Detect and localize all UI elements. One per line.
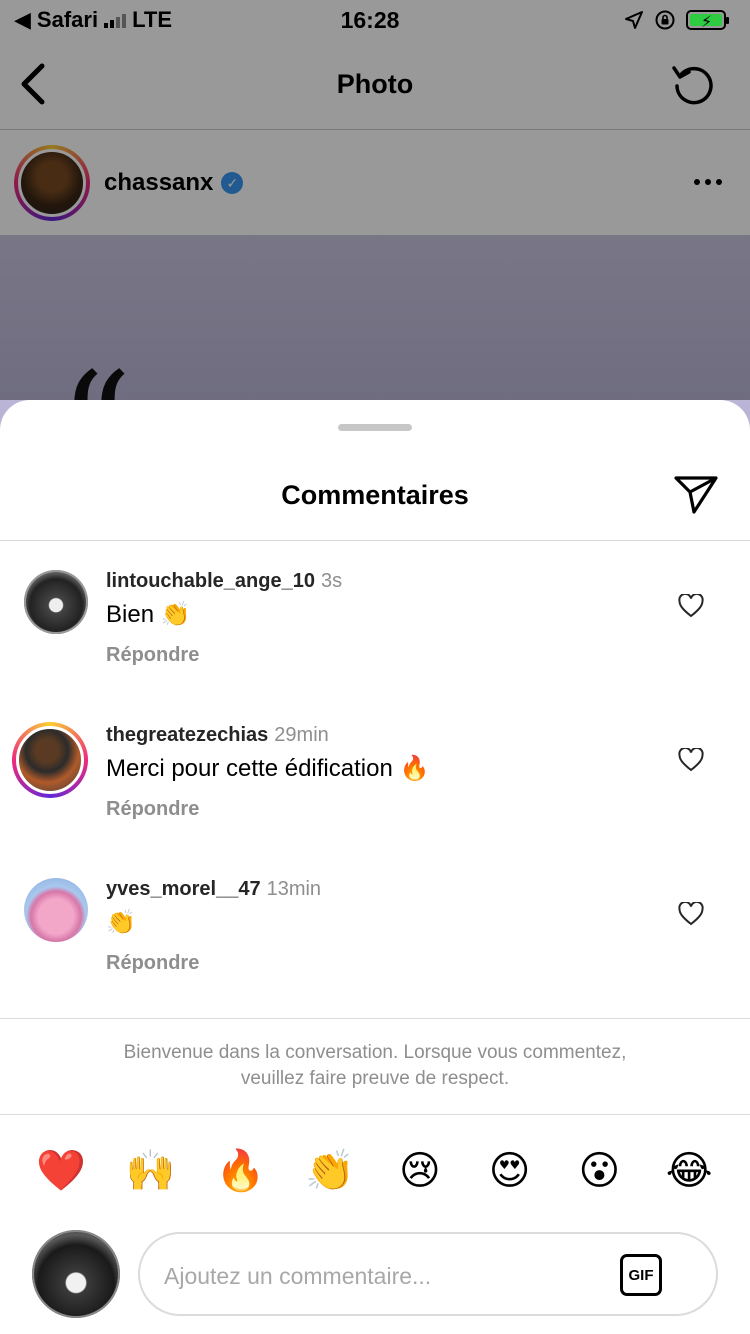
- comment-time: 3s: [320, 570, 343, 592]
- emoji-heart-button[interactable]: ❤️: [31, 1146, 91, 1196]
- reply-button[interactable]: Répondre: [106, 644, 199, 667]
- comment-text: Bien 👏: [106, 601, 191, 628]
- signal-icon: [104, 12, 127, 28]
- avatar[interactable]: [12, 722, 88, 798]
- divider: [0, 1018, 750, 1019]
- avatar: [32, 1230, 120, 1318]
- comment-author[interactable]: lintouchable_ange_10 3s: [106, 570, 342, 593]
- reply-button[interactable]: Répondre: [106, 798, 199, 821]
- battery-icon: ⚡: [686, 10, 729, 31]
- emoji-fire-button[interactable]: 🔥: [210, 1146, 270, 1196]
- conversation-notice: Bienvenue dans la conversation. Lorsque …: [123, 1042, 627, 1089]
- comment-text: Merci pour cette édification 🔥: [106, 755, 430, 782]
- rotation-lock-icon: [655, 10, 675, 30]
- comment-item: lintouchable_ange_10 3s Bien 👏 Répondre: [0, 570, 750, 690]
- heart-icon[interactable]: [678, 594, 704, 618]
- comments-sheet: Commentaires lintouchable_ange_10 3s Bien…: [0, 400, 750, 1334]
- comment-author[interactable]: thegreatezechias 29min: [106, 724, 329, 747]
- reply-button[interactable]: Répondre: [106, 952, 199, 975]
- emoji-heart-eyes-button[interactable]: 😍: [480, 1146, 540, 1196]
- comment-item: thegreatezechias 29min Merci pour cette é…: [0, 722, 750, 844]
- dim-overlay[interactable]: [0, 0, 750, 400]
- quick-emoji-bar: ❤️ 🙌 🔥 👏 😢 😍 😮 😂: [0, 1146, 750, 1196]
- comment-input[interactable]: [164, 1254, 604, 1298]
- comment-time: 29min: [274, 724, 329, 746]
- status-bar: ◀ Safari LTE 16:28 ⚡: [0, 0, 750, 40]
- comment-text: 👏: [106, 909, 136, 936]
- divider: [0, 540, 750, 541]
- divider: [0, 1114, 750, 1115]
- emoji-clap-button[interactable]: 👏: [300, 1146, 360, 1196]
- comment-item: yves_morel__47 13min 👏 Répondre: [0, 878, 750, 998]
- comment-input-wrapper[interactable]: GIF: [138, 1232, 718, 1316]
- emoji-crying-button[interactable]: 😢: [390, 1146, 450, 1196]
- status-time: 16:28: [340, 6, 400, 33]
- emoji-raised-hands-button[interactable]: 🙌: [121, 1146, 181, 1196]
- back-to-app-arrow-icon[interactable]: ◀: [14, 7, 31, 33]
- network-label: LTE: [132, 7, 172, 32]
- sheet-title: Commentaires: [281, 480, 469, 510]
- send-icon[interactable]: [672, 470, 720, 518]
- carrier-label[interactable]: Safari: [37, 7, 98, 33]
- comment-username[interactable]: yves_morel__47: [106, 878, 261, 900]
- gif-button[interactable]: GIF: [620, 1254, 662, 1296]
- heart-icon[interactable]: [678, 748, 704, 772]
- sheet-grabber[interactable]: [338, 424, 412, 431]
- comment-username[interactable]: thegreatezechias: [106, 724, 268, 746]
- comment-time: 13min: [266, 878, 322, 900]
- comment-author[interactable]: yves_morel__47 13min: [106, 878, 321, 901]
- emoji-laughing-button[interactable]: 😂: [659, 1146, 719, 1196]
- avatar[interactable]: [24, 570, 88, 634]
- heart-icon[interactable]: [678, 902, 704, 926]
- avatar[interactable]: [24, 878, 88, 942]
- comment-composer: GIF: [0, 1230, 750, 1320]
- location-arrow-icon: [625, 11, 643, 29]
- emoji-surprised-button[interactable]: 😮: [569, 1146, 629, 1196]
- comment-username[interactable]: lintouchable_ange_10: [106, 570, 315, 592]
